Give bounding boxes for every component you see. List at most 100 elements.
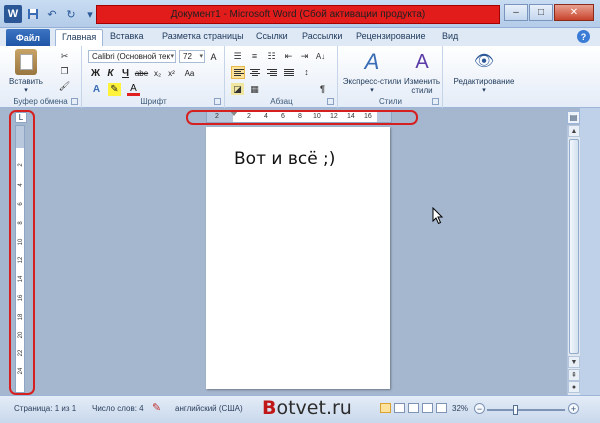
clipboard-launcher[interactable] [71,98,78,105]
title-highlight: Документ1 - Microsoft Word (Сбой активац… [96,5,500,24]
grow-font-icon[interactable]: A [207,50,220,63]
draft-icon[interactable] [436,403,447,413]
font-color-icon[interactable]: A [127,83,140,96]
tab-references[interactable]: Ссылки [256,31,288,41]
previous-page-icon[interactable]: ⇞ [568,369,580,381]
scroll-down-icon[interactable]: ▼ [568,356,580,368]
view-ruler-icon[interactable]: ▤ [567,111,580,124]
borders-icon[interactable]: ▦ [248,83,261,95]
save-icon[interactable] [25,6,41,22]
chevron-down-icon: ▾ [170,53,174,60]
paragraph-group-label: Абзац [270,97,293,106]
zoom-slider[interactable] [487,405,565,415]
proofing-icon[interactable]: ✎ [152,401,161,414]
tab-insert[interactable]: Вставка [110,31,143,41]
tab-mailings[interactable]: Рассылки [302,31,342,41]
web-layout-icon[interactable] [408,403,419,413]
tab-page-layout[interactable]: Разметка страницы [162,31,244,41]
underline-button[interactable]: Ч [119,67,132,80]
tab-file[interactable]: Файл [6,29,50,46]
font-launcher[interactable] [214,98,221,105]
document-text[interactable]: Вот и всё ;) [234,149,335,169]
ribbon-tabs: Файл Главная Вставка Разметка страницы С… [0,28,600,46]
bold-button[interactable]: Ж [89,67,102,80]
decrease-indent-icon[interactable]: ⇤ [282,50,295,62]
styles-launcher[interactable] [432,98,439,105]
subscript-button[interactable]: x₂ [151,67,164,80]
maximize-button[interactable]: □ [529,4,553,21]
help-icon[interactable]: ? [577,30,590,43]
watermark-initial: B [262,397,277,419]
superscript-button[interactable]: x² [165,67,178,80]
font-name-value: Calibri (Основной тек [92,52,170,61]
scroll-thumb[interactable] [569,139,579,354]
clipboard-group-label: Буфер обмена [13,97,68,106]
strikethrough-button[interactable]: abe [135,67,148,80]
format-painter-icon[interactable]: 🖌 [58,80,71,92]
close-button[interactable]: ✕ [554,4,594,21]
change-styles-label: Изменить стили [403,77,441,95]
pilcrow-icon[interactable]: ¶ [316,83,329,95]
redo-icon[interactable]: ↻ [63,6,79,22]
tab-home[interactable]: Главная [55,29,104,46]
mouse-pointer-icon [432,207,444,225]
page-count-status[interactable]: Страница: 1 из 1 [14,404,76,413]
change-styles-button[interactable]: A Изменить стили [403,49,441,95]
undo-icon[interactable]: ↶ [44,6,60,22]
quick-access-toolbar: W ↶ ↻ ▾ [4,5,98,23]
zoom-out-button[interactable]: − [474,403,485,414]
change-case-button[interactable]: Aa [183,67,196,80]
increase-indent-icon[interactable]: ⇥ [298,50,311,62]
ruler-highlight-ring [186,110,418,125]
cut-icon[interactable]: ✂ [58,50,71,62]
editing-button[interactable]: 👁 Редактирование ▾ [446,49,522,94]
sort-icon[interactable]: A↓ [314,50,327,62]
tab-view[interactable]: Вид [442,31,458,41]
right-frame [580,108,600,395]
vertical-scrollbar[interactable]: ▲ ▼ ⇞ ● [567,125,580,395]
full-screen-icon[interactable] [394,403,405,413]
document-page[interactable]: Вот и всё ;) [206,127,390,389]
outline-icon[interactable] [422,403,433,413]
tab-review[interactable]: Рецензирование [356,31,426,41]
chevron-down-icon: ▾ [199,53,203,60]
line-spacing-icon[interactable]: ↕ [300,66,313,78]
multilevel-list-icon[interactable]: ☷ [265,50,278,62]
zoom-slider-thumb[interactable] [513,405,518,415]
align-left-button[interactable] [231,66,245,79]
change-styles-icon: A [415,51,429,73]
quick-styles-button[interactable]: A Экспресс-стили ▾ [342,49,402,94]
group-styles: A Экспресс-стили ▾ A Изменить стили Стил… [339,46,443,108]
paragraph-launcher[interactable] [327,98,334,105]
styles-group-label: Стили [378,97,403,106]
zoom-in-button[interactable]: + [568,403,579,414]
print-layout-icon[interactable] [380,403,391,413]
binoculars-icon: 👁 [473,53,495,70]
watermark-text: otvet.ru [276,397,352,419]
vertical-ruler-highlight-ring [9,110,35,395]
editing-label: Редактирование [453,77,515,86]
language-status[interactable]: английский (США) [175,404,243,413]
font-name-combo[interactable]: Calibri (Основной тек ▾ [88,50,176,63]
numbering-icon[interactable]: ≡ [248,50,261,62]
word-count-status[interactable]: Число слов: 4 [92,404,144,413]
zoom-level[interactable]: 32% [452,404,468,413]
italic-button[interactable]: К [104,67,117,80]
window-controls: – □ ✕ [504,4,594,21]
align-center-button[interactable] [248,66,262,79]
paste-button[interactable]: Вставить ▾ [6,49,46,94]
group-editing: 👁 Редактирование ▾ [444,46,524,108]
minimize-button[interactable]: – [504,4,528,21]
highlight-icon[interactable]: ✎ [108,83,121,96]
word-app-icon[interactable]: W [4,5,22,23]
browse-object-icon[interactable]: ● [568,381,580,393]
font-size-combo[interactable]: 72 ▾ [179,50,205,63]
shading-icon[interactable]: ◪ [231,83,244,95]
justify-button[interactable] [282,66,296,79]
align-right-button[interactable] [265,66,279,79]
bullets-icon[interactable]: ☰ [231,50,244,62]
text-effects-icon[interactable]: A [90,83,103,96]
copy-icon[interactable]: ❐ [58,65,71,77]
scroll-up-icon[interactable]: ▲ [568,125,580,137]
title-bar: W ↶ ↻ ▾ Документ1 - Microsoft Word (Сбой… [0,0,600,28]
